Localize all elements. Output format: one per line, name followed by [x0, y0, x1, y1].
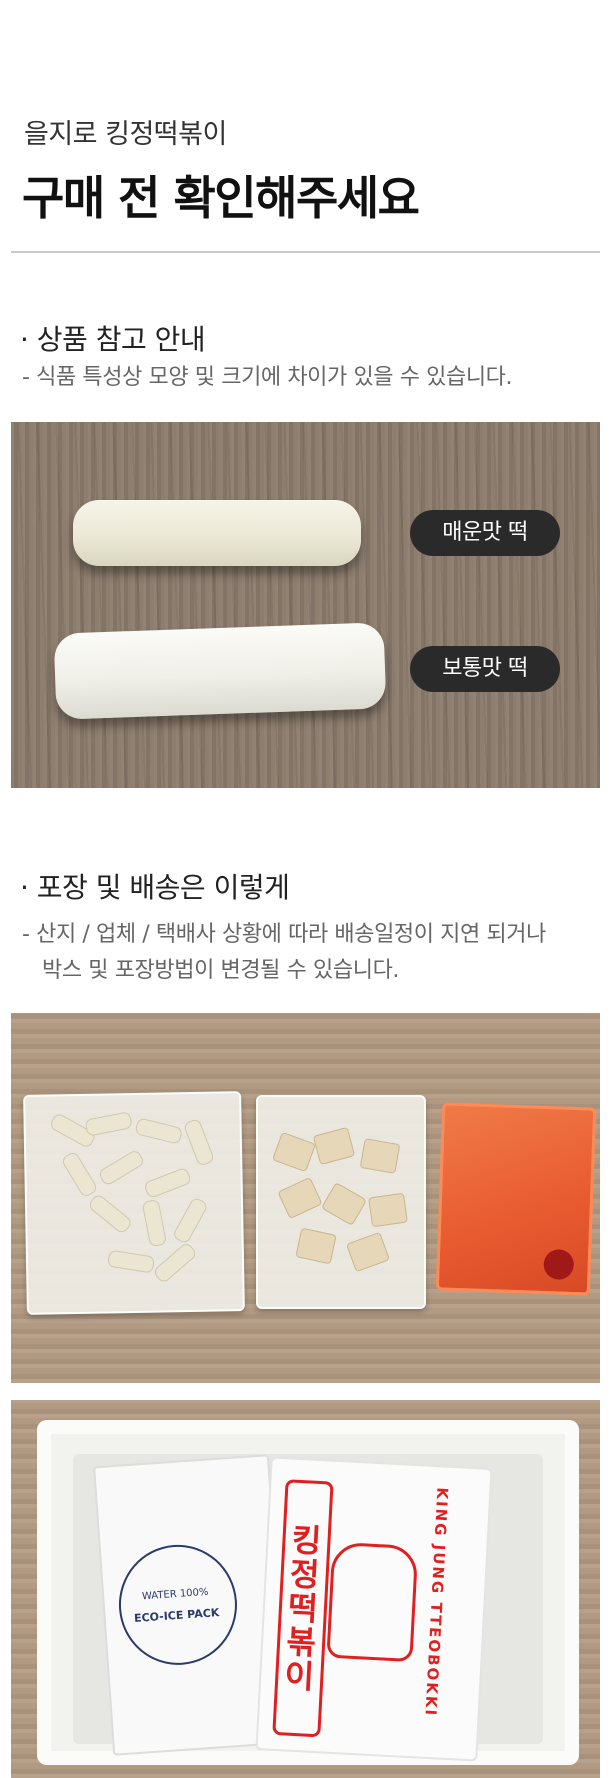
rice-cake-stick	[141, 1198, 168, 1248]
tteok-comparison-photo: 매운맛 떡 보통맛 떡	[11, 422, 600, 788]
brand-name-korean: 킹정떡볶이	[272, 1479, 334, 1738]
badge-spicy-tteok: 매운맛 떡	[410, 510, 560, 556]
shipping-box-photo: WATER 100% ECO-ICE PACK 킹정떡볶이 KING JUNG …	[11, 1400, 600, 1778]
rice-cake-stick	[143, 1166, 193, 1200]
fish-cake-pack-image	[256, 1095, 426, 1309]
section-heading-packaging: · 포장 및 배송은 이렇게	[20, 871, 290, 904]
page-title: 구매 전 확인해주세요	[22, 171, 420, 225]
badge-regular-tteok: 보통맛 떡	[410, 646, 560, 692]
rice-cake-stick	[152, 1241, 198, 1285]
sauce-chili-spot	[543, 1249, 575, 1281]
thumbs-up-logo-icon	[326, 1541, 419, 1663]
spicy-tteok-image	[73, 500, 361, 566]
sauce-pack-image	[435, 1102, 597, 1296]
fish-cake-piece	[345, 1231, 391, 1273]
rice-cake-pack-image	[23, 1091, 245, 1315]
fish-cake-piece	[295, 1227, 337, 1265]
rice-cake-stick	[106, 1249, 156, 1274]
rice-cake-stick	[60, 1150, 99, 1199]
section-note-packaging-line1: - 산지 / 업체 / 택배사 상황에 따라 배송일정이 지연 되거나	[22, 922, 546, 947]
fish-cake-piece	[312, 1126, 356, 1166]
section-heading-product-notice: · 상품 참고 안내	[20, 323, 206, 356]
rice-cake-stick	[86, 1192, 134, 1235]
subtitle: 을지로 킹정떡볶이	[24, 119, 227, 150]
fish-cake-piece	[320, 1182, 368, 1226]
package-contents-photo	[11, 1013, 600, 1383]
rice-cake-stick	[97, 1148, 146, 1187]
section-note-packaging-line2: 박스 및 포장방법이 변경될 수 있습니다.	[42, 958, 400, 983]
fish-cake-piece	[368, 1192, 408, 1228]
divider	[11, 251, 600, 253]
fish-cake-piece	[271, 1131, 317, 1173]
fish-cake-piece	[277, 1176, 323, 1220]
regular-tteok-image	[53, 622, 387, 720]
rice-cake-stick	[171, 1196, 209, 1245]
section-note-product-notice: - 식품 특성상 모양 및 크기에 차이가 있을 수 있습니다.	[22, 365, 513, 390]
brand-name-roman: KING JUNG TTEOBOKKI	[421, 1486, 452, 1718]
rice-cake-stick	[134, 1117, 184, 1145]
fish-cake-piece	[359, 1138, 401, 1174]
rice-cake-stick	[84, 1111, 133, 1137]
rice-cake-stick	[182, 1117, 216, 1167]
tteokbokki-bag-image: 킹정떡볶이 KING JUNG TTEOBOKKI	[255, 1456, 493, 1762]
